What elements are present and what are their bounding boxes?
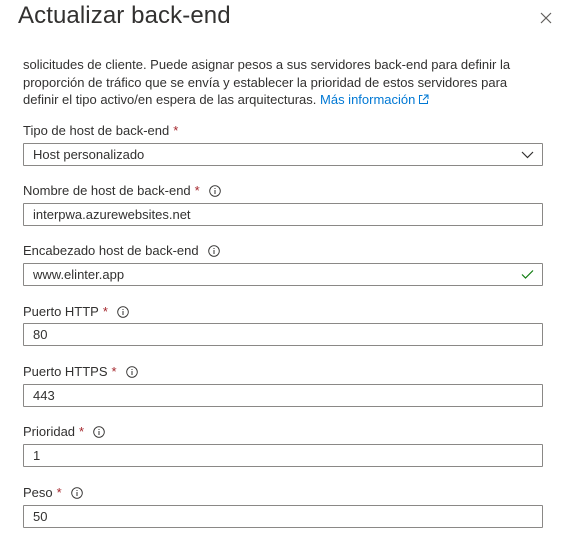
priority-input[interactable]: 1 [23, 444, 543, 467]
host-name-label-text: Nombre de host de back-end [23, 183, 191, 198]
more-info-link-label: Más información [320, 92, 416, 107]
host-name-input-value: interpwa.azurewebsites.net [33, 207, 191, 222]
required-marker: * [194, 183, 200, 198]
checkmark-icon [521, 270, 534, 279]
https-port-label: Puerto HTTPS * [23, 364, 138, 379]
host-header-input-value: www.elinter.app [33, 267, 125, 282]
priority-label-text: Prioridad [23, 424, 76, 439]
external-link-icon [419, 94, 429, 104]
more-info-link[interactable]: Más información [320, 92, 429, 107]
https-port-input[interactable]: 443 [23, 384, 543, 407]
weight-input-value: 50 [33, 509, 48, 524]
weight-label: Peso * [23, 485, 83, 500]
https-port-label-text: Puerto HTTPS [23, 364, 108, 379]
host-name-input[interactable]: interpwa.azurewebsites.net [23, 203, 543, 226]
chevron-down-icon [521, 151, 534, 159]
https-port-input-value: 443 [33, 388, 55, 403]
update-backend-panel: Actualizar back-end solicitudes de clien… [0, 0, 565, 553]
close-button[interactable] [536, 8, 556, 28]
required-marker: * [79, 424, 85, 439]
info-icon[interactable] [117, 305, 129, 318]
required-marker: * [111, 364, 117, 379]
host-header-label: Encabezado host de back-end [23, 243, 220, 258]
info-icon[interactable] [208, 184, 221, 197]
info-icon[interactable] [93, 425, 105, 438]
required-marker: * [102, 304, 108, 319]
required-marker: * [173, 123, 179, 138]
priority-label: Prioridad * [23, 424, 105, 439]
http-port-input[interactable]: 80 [23, 323, 543, 346]
host-header-label-text: Encabezado host de back-end [23, 243, 199, 258]
info-icon[interactable] [70, 486, 83, 499]
close-icon [540, 12, 552, 24]
host-type-label: Tipo de host de back-end * [23, 123, 178, 138]
panel-title: Actualizar back-end [18, 2, 231, 29]
host-type-label-text: Tipo de host de back-end [23, 123, 170, 138]
description-body: solicitudes de cliente. Puede asignar pe… [23, 57, 511, 107]
host-type-select[interactable]: Host personalizado [23, 143, 543, 166]
host-type-select-value: Host personalizado [33, 147, 145, 162]
info-icon[interactable] [207, 244, 220, 257]
http-port-label: Puerto HTTP * [23, 304, 129, 319]
info-icon[interactable] [125, 365, 138, 378]
host-name-label: Nombre de host de back-end * [23, 183, 221, 198]
http-port-label-text: Puerto HTTP [23, 304, 99, 319]
host-header-input[interactable]: www.elinter.app [23, 263, 543, 286]
description-text: solicitudes de cliente. Puede asignar pe… [23, 56, 543, 109]
weight-label-text: Peso [23, 485, 53, 500]
priority-input-value: 1 [33, 448, 41, 463]
http-port-input-value: 80 [33, 327, 48, 342]
weight-input[interactable]: 50 [23, 505, 543, 528]
required-marker: * [56, 485, 62, 500]
